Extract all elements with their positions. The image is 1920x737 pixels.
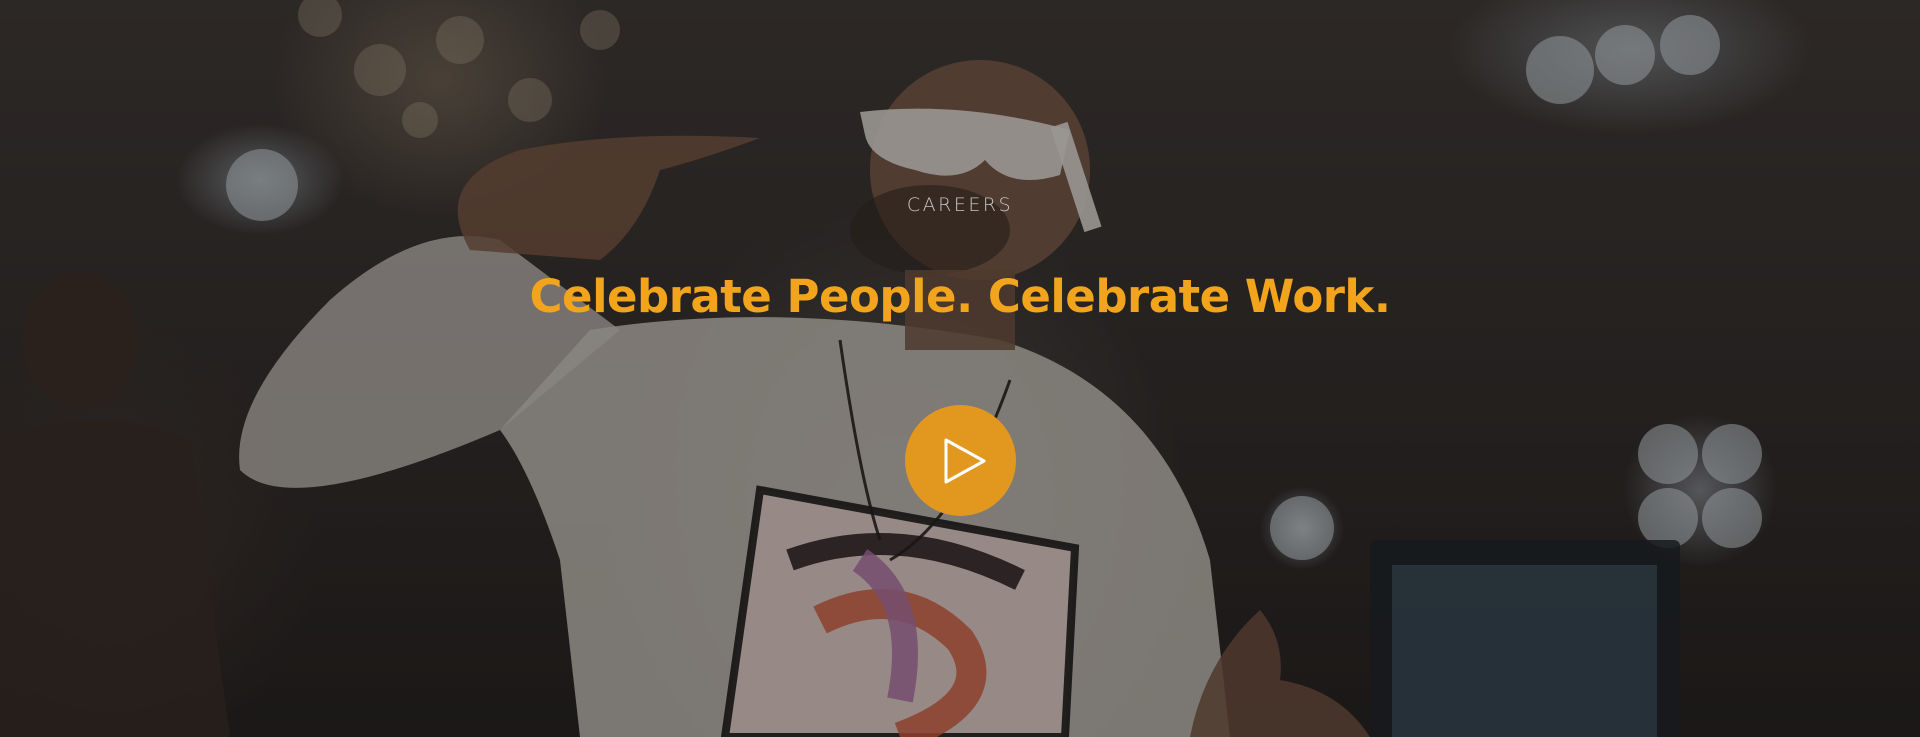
hero-content: CAREERS Celebrate People. Celebrate Work… [0,0,1920,737]
hero-headline: Celebrate People. Celebrate Work. [529,270,1391,323]
section-eyebrow: CAREERS [906,194,1014,216]
hero-section: CAREERS Celebrate People. Celebrate Work… [0,0,1920,737]
play-video-button[interactable] [905,405,1016,516]
play-icon [944,438,985,483]
